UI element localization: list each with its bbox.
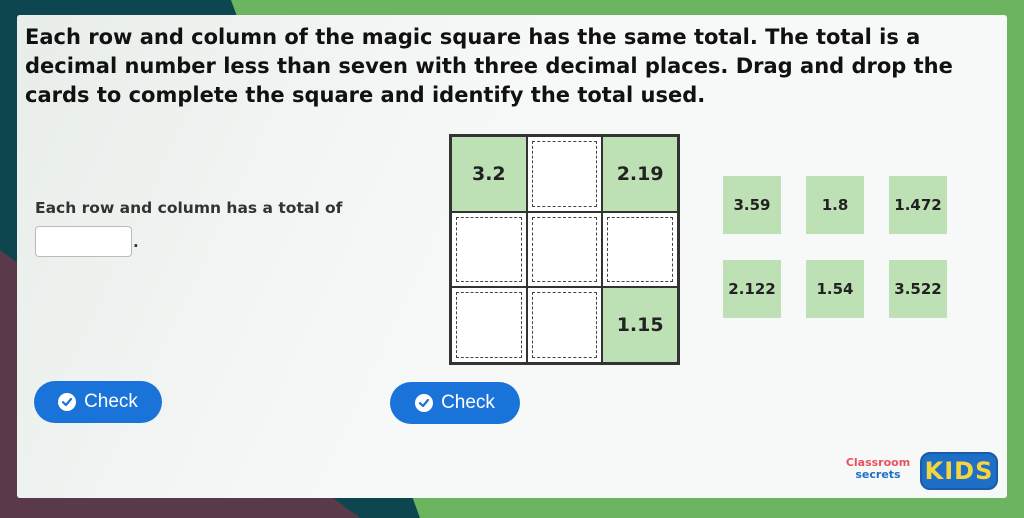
square-drop-slot[interactable] — [451, 287, 527, 363]
magic-square: 3.2 2.19 1.15 — [449, 134, 680, 365]
draggable-card[interactable]: 3.522 — [889, 260, 947, 318]
draggable-card[interactable]: 3.59 — [723, 176, 781, 234]
square-cell-given: 3.2 — [451, 136, 527, 212]
check-button-label: Check — [84, 391, 138, 412]
drop-slot-outline — [456, 292, 522, 358]
drop-slot-outline — [456, 216, 522, 283]
draggable-card[interactable]: 1.8 — [806, 176, 864, 234]
square-cell-given: 2.19 — [602, 136, 678, 212]
total-label: Each row and column has a total of — [35, 199, 343, 217]
draggable-card[interactable]: 2.122 — [723, 260, 781, 318]
check-button-label: Check — [441, 392, 495, 413]
square-cell-given: 1.15 — [602, 287, 678, 363]
square-drop-slot[interactable] — [526, 136, 603, 212]
check-circle-icon — [415, 394, 434, 412]
draggable-card[interactable]: 1.54 — [806, 260, 864, 318]
drop-slot-outline — [531, 216, 598, 283]
drop-slot-outline — [531, 292, 598, 358]
square-drop-slot[interactable] — [526, 287, 603, 363]
question-text: Each row and column of the magic square … — [25, 25, 953, 107]
check-circle-icon — [58, 393, 77, 411]
drop-slot-outline — [607, 216, 673, 283]
activity-card: Each row and column of the magic square … — [17, 15, 1007, 498]
total-input[interactable] — [35, 226, 132, 257]
total-period: . — [133, 233, 139, 251]
drop-slot-outline — [531, 141, 598, 207]
square-drop-slot[interactable] — [602, 211, 678, 288]
classroom-secrets-kids-logo: Classroom secrets KIDS — [840, 452, 1000, 492]
classroom-secrets-wordmark: Classroom secrets — [845, 456, 911, 481]
draggable-card[interactable]: 1.472 — [889, 176, 947, 234]
card-tray: 3.59 1.8 1.472 2.122 1.54 3.522 — [723, 176, 953, 320]
square-drop-slot[interactable] — [526, 211, 603, 288]
check-button-answer[interactable]: Check — [34, 381, 162, 423]
check-button-square[interactable]: Check — [390, 382, 520, 424]
square-drop-slot[interactable] — [451, 211, 527, 288]
kids-badge: KIDS — [920, 452, 998, 490]
